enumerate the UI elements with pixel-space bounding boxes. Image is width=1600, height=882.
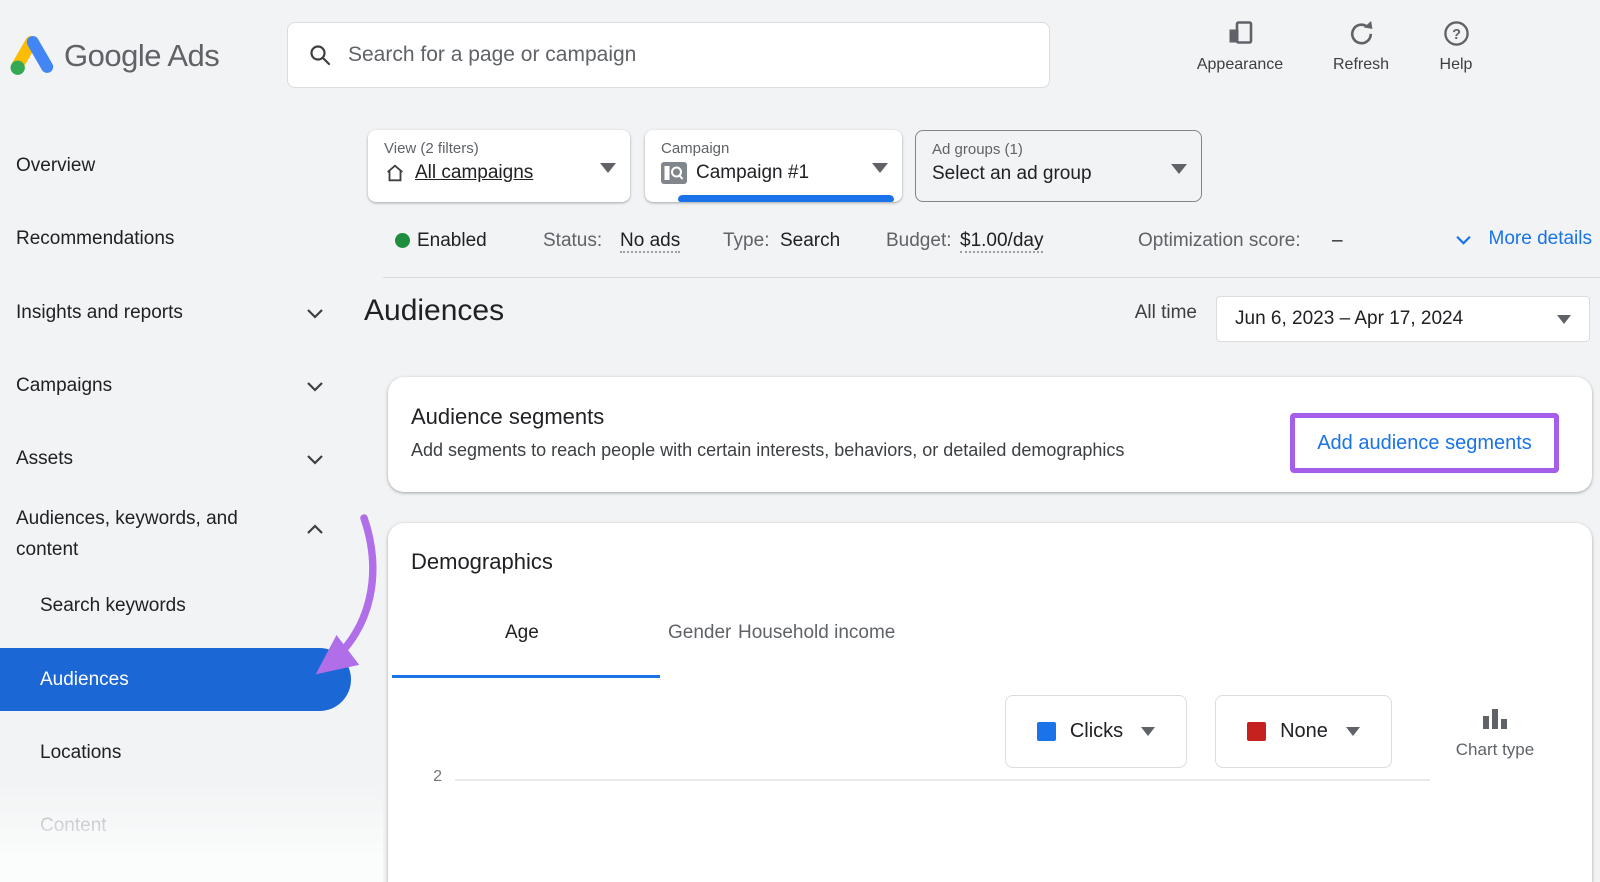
- chevron-up-icon: [307, 524, 323, 534]
- add-audience-segments-button[interactable]: Add audience segments: [1317, 432, 1532, 455]
- search-input[interactable]: [348, 43, 1029, 67]
- secondary-metric-dropdown[interactable]: None: [1215, 695, 1392, 768]
- dropdown-caret-icon: [1557, 314, 1571, 324]
- demographics-title: Demographics: [411, 549, 553, 574]
- chevron-down-icon: [307, 309, 323, 319]
- ad-group-filter-value: Select an ad group: [932, 163, 1092, 184]
- tab-household-income[interactable]: Household income: [738, 622, 895, 644]
- chevron-down-icon: [307, 455, 323, 465]
- active-tab-indicator: [392, 675, 660, 678]
- more-details-button[interactable]: More details: [1455, 228, 1593, 250]
- budget-label: Budget:: [886, 230, 952, 251]
- sidebar-item-recommendations[interactable]: Recommendations: [16, 225, 174, 253]
- demographics-card: Demographics Age Gender Household income…: [388, 523, 1592, 882]
- status-value: No ads: [620, 230, 681, 253]
- primary-metric-dropdown[interactable]: Clicks: [1005, 695, 1187, 768]
- bar-chart-icon: [1483, 709, 1507, 729]
- google-ads-logo: [10, 36, 54, 75]
- secondary-metric-value: None: [1280, 720, 1328, 742]
- tab-gender[interactable]: Gender: [668, 622, 731, 644]
- chevron-down-icon: [307, 382, 323, 392]
- help-icon: ?: [1443, 21, 1469, 46]
- view-filter-label: View (2 filters): [384, 140, 479, 157]
- dropdown-caret-icon: [1141, 727, 1156, 736]
- svg-text:?: ?: [1452, 27, 1461, 43]
- appearance-button[interactable]: Appearance: [1175, 20, 1305, 74]
- type-label: Type:: [723, 230, 770, 251]
- dropdown-caret-icon: [1345, 727, 1360, 736]
- optimization-score-value: –: [1332, 230, 1343, 251]
- campaign-filter-label: Campaign: [661, 140, 730, 157]
- campaign-filter-value: Campaign #1: [696, 162, 810, 183]
- primary-metric-value: Clicks: [1069, 720, 1124, 742]
- sidebar-item-content[interactable]: Content: [40, 812, 107, 840]
- enabled-status-dot: [395, 233, 410, 248]
- dropdown-caret-icon: [600, 163, 616, 173]
- audience-segments-card: Audience segments Add segments to reach …: [388, 377, 1592, 492]
- sidebar-item-audiences-selected[interactable]: Audiences: [0, 648, 351, 711]
- sidebar-item-locations[interactable]: Locations: [40, 739, 121, 767]
- help-label: Help: [1439, 56, 1473, 73]
- ad-group-filter-label: Ad groups (1): [932, 141, 1023, 158]
- global-search[interactable]: [287, 22, 1050, 88]
- view-filter-value: All campaigns: [415, 162, 534, 183]
- refresh-label: Refresh: [1332, 56, 1390, 73]
- metric-color-swatch-red: [1247, 722, 1267, 741]
- ad-group-filter-dropdown[interactable]: Ad groups (1) Select an ad group: [915, 130, 1202, 202]
- type-value: Search: [780, 230, 841, 251]
- appearance-label: Appearance: [1196, 56, 1284, 73]
- chart-type-button[interactable]: Chart type: [1445, 705, 1545, 760]
- date-range-value: Jun 6, 2023 – Apr 17, 2024: [1235, 308, 1464, 329]
- y-axis-tick: 2: [433, 768, 442, 785]
- campaign-icon: [661, 162, 687, 184]
- budget-value: $1.00/day: [960, 230, 1044, 253]
- campaign-filter-dropdown[interactable]: Campaign Campaign #1: [645, 130, 902, 202]
- enabled-status-text: Enabled: [417, 230, 487, 251]
- more-details-label: More details: [1488, 228, 1593, 249]
- page-title: Audiences: [364, 294, 505, 327]
- home-icon: [387, 164, 403, 182]
- sidebar-item-overview[interactable]: Overview: [16, 152, 95, 180]
- sidebar-item-assets[interactable]: Assets: [16, 445, 73, 473]
- sidebar-item-campaigns[interactable]: Campaigns: [16, 372, 112, 400]
- brand-title: Google Ads: [64, 38, 220, 73]
- campaign-selected-indicator: [678, 195, 894, 202]
- chevron-down-icon: [1455, 235, 1471, 245]
- status-label: Status:: [543, 230, 603, 251]
- sidebar-item-audiences-keywords-content[interactable]: Audiences, keywords, and content: [16, 503, 292, 565]
- optimization-score-label: Optimization score:: [1138, 230, 1301, 251]
- dropdown-caret-icon: [1171, 164, 1187, 174]
- date-range-preset-label: All time: [1134, 302, 1197, 323]
- chart-gridline: [455, 779, 1430, 781]
- view-filter-dropdown[interactable]: View (2 filters) All campaigns: [368, 130, 630, 202]
- audience-segments-description: Add segments to reach people with certai…: [411, 440, 1125, 460]
- date-range-picker[interactable]: Jun 6, 2023 – Apr 17, 2024: [1216, 296, 1590, 342]
- search-icon: [310, 45, 331, 66]
- help-button[interactable]: ? Help: [1391, 20, 1521, 74]
- chart-type-label: Chart type: [1455, 740, 1535, 759]
- appearance-icon: [1229, 21, 1252, 44]
- metric-color-swatch-blue: [1036, 722, 1056, 741]
- dropdown-caret-icon: [872, 163, 888, 173]
- refresh-icon: [1350, 20, 1372, 45]
- sidebar-item-insights-reports[interactable]: Insights and reports: [16, 299, 183, 327]
- sidebar-item-search-keywords[interactable]: Search keywords: [40, 592, 186, 620]
- add-audience-segments-highlight-box: Add audience segments: [1290, 413, 1559, 473]
- audience-segments-title: Audience segments: [411, 404, 605, 429]
- section-divider: [383, 277, 1600, 278]
- tab-age[interactable]: Age: [505, 622, 539, 644]
